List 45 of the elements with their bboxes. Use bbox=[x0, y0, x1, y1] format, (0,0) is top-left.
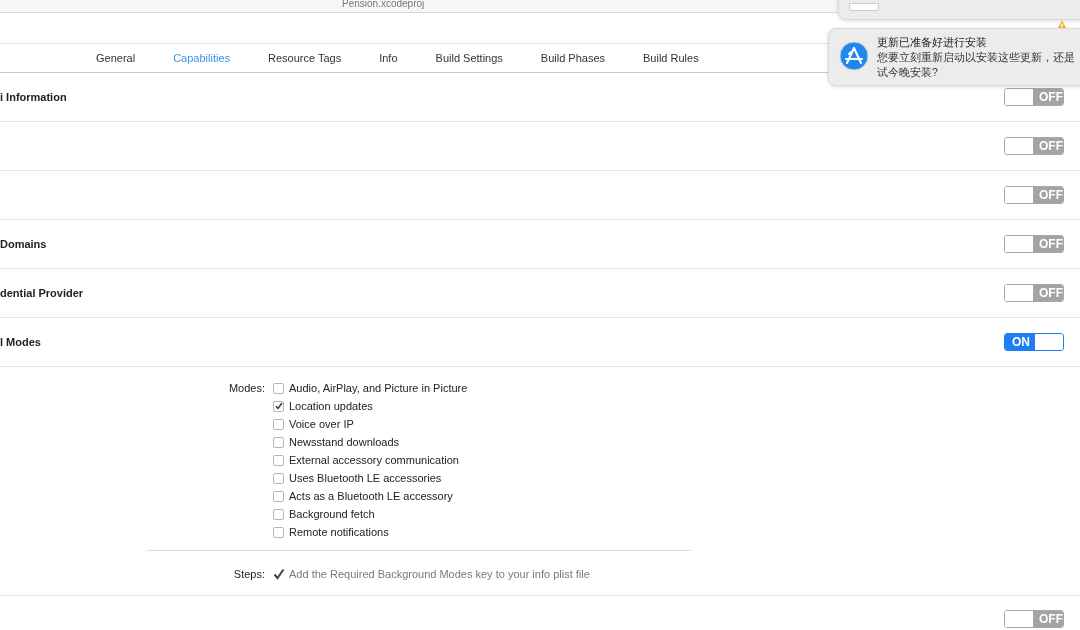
notification-card[interactable]: 更新已准备好进行安装 您要立刻重新启动以安装这些更新，还是 试今晚安装? bbox=[828, 28, 1080, 86]
checkbox-label: Uses Bluetooth LE accessories bbox=[289, 472, 442, 484]
tab[interactable]: Capabilities bbox=[173, 52, 230, 64]
toggle-switch[interactable]: OFF bbox=[1004, 235, 1064, 253]
tab[interactable]: Build Rules bbox=[643, 52, 699, 64]
checkbox[interactable] bbox=[273, 382, 284, 394]
toggle-switch[interactable]: OFF bbox=[1004, 284, 1064, 302]
tab[interactable]: Resource Tags bbox=[268, 52, 342, 64]
checkbox[interactable] bbox=[273, 508, 284, 520]
app-store-icon bbox=[839, 41, 869, 71]
modes-label: Modes: bbox=[227, 381, 266, 396]
checkbox[interactable] bbox=[273, 472, 284, 484]
toggle-switch[interactable]: OFF bbox=[1004, 186, 1064, 204]
checkbox-label: Background fetch bbox=[289, 508, 375, 520]
window-title: Pension.xcodeproj bbox=[342, 0, 425, 11]
checkbox[interactable] bbox=[273, 526, 284, 538]
notification-text: 您要立刻重新启动以安装这些更新，还是 bbox=[877, 50, 1075, 65]
notification-title: 更新已准备好进行安装 bbox=[877, 35, 988, 50]
checkbox-label: Audio, AirPlay, and Picture in Picture bbox=[289, 382, 468, 394]
checkbox[interactable] bbox=[273, 454, 284, 466]
step-text: Add the Required Background Modes key to your info plist file bbox=[289, 567, 590, 582]
checkbox[interactable] bbox=[273, 418, 284, 430]
checkbox-label: Acts as a Bluetooth LE accessory bbox=[289, 490, 453, 502]
steps-label: Steps: bbox=[232, 567, 266, 582]
toggle-switch[interactable]: OFF bbox=[1004, 137, 1064, 155]
checkbox-label: Remote notifications bbox=[289, 526, 389, 538]
checkbox-label: External accessory communication bbox=[289, 454, 459, 466]
capability-name: Domains bbox=[0, 238, 47, 250]
capability-name: i Information bbox=[0, 91, 67, 103]
toggle-switch[interactable]: OFF bbox=[1004, 610, 1064, 628]
toggle-switch[interactable]: OFF bbox=[1004, 88, 1064, 106]
toggle-switch[interactable]: ON bbox=[1004, 333, 1064, 351]
capability-name: l Modes bbox=[0, 336, 41, 348]
tab[interactable]: Info bbox=[379, 52, 398, 64]
checkbox[interactable] bbox=[273, 490, 284, 502]
notification-text: 试今晚安装? bbox=[877, 65, 939, 80]
tab[interactable]: Build Settings bbox=[435, 52, 503, 64]
checkbox[interactable] bbox=[273, 400, 284, 412]
checkbox[interactable] bbox=[273, 436, 284, 448]
tab[interactable]: Build Phases bbox=[540, 52, 606, 64]
checkbox-label: Newsstand downloads bbox=[289, 436, 400, 448]
checkbox-label: Voice over IP bbox=[289, 418, 354, 430]
capability-name: dential Provider bbox=[0, 287, 84, 299]
tab[interactable]: General bbox=[96, 52, 136, 64]
checkbox-label: Location updates bbox=[289, 400, 373, 412]
